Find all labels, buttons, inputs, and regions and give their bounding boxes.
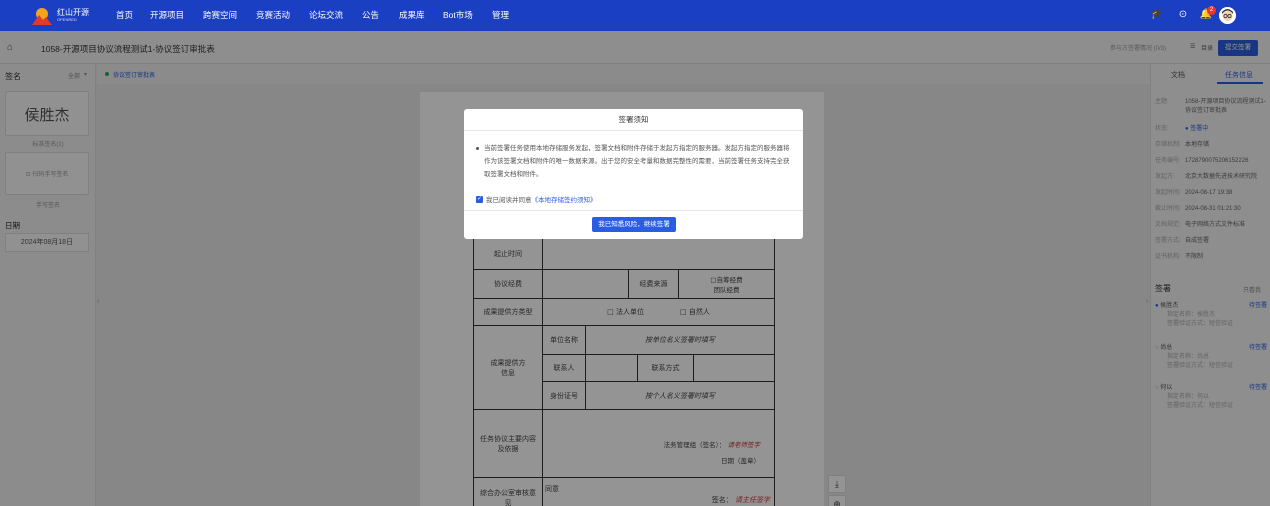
nav-projects[interactable]: 开源项目 bbox=[150, 9, 184, 21]
graduation-cap-icon[interactable]: 🎓 bbox=[1149, 7, 1165, 23]
notification-badge: 2 bbox=[1207, 6, 1216, 15]
dialog-title: 签署须知 bbox=[464, 109, 803, 131]
bullet-icon bbox=[476, 147, 479, 150]
dialog-divider bbox=[464, 210, 803, 211]
agree-checkbox[interactable]: ✓ bbox=[476, 195, 483, 203]
modal-overlay[interactable] bbox=[0, 31, 1270, 506]
dialog-body: 当前签署任务使用本地存储服务发起，签署文档和附件存储于发起方指定的服务器。发起方… bbox=[476, 142, 794, 181]
nav-competitions[interactable]: 竞赛活动 bbox=[256, 9, 290, 21]
nav-achievements[interactable]: 成果库 bbox=[399, 9, 425, 21]
top-nav: 红山开源 OPENRED 首页 开源项目 跨赛空间 竞赛活动 论坛交流 公告 成… bbox=[0, 0, 1270, 31]
avatar[interactable] bbox=[1219, 7, 1236, 24]
help-icon[interactable]: ⊙ bbox=[1175, 7, 1191, 23]
nav-announcements[interactable]: 公告 bbox=[362, 9, 379, 21]
logo[interactable]: 红山开源 OPENRED bbox=[30, 4, 96, 27]
sign-notice-dialog: 签署须知 当前签署任务使用本地存储服务发起，签署文档和附件存储于发起方指定的服务… bbox=[464, 109, 803, 239]
logo-subtitle: OPENRED bbox=[57, 16, 77, 22]
logo-mark-icon bbox=[30, 6, 54, 26]
nav-forum[interactable]: 论坛交流 bbox=[309, 9, 343, 21]
agree-label: 我已阅读并同意 bbox=[486, 197, 532, 204]
nav-bot-market[interactable]: Bot市场 bbox=[443, 9, 473, 21]
nav-home[interactable]: 首页 bbox=[116, 9, 133, 21]
continue-sign-button[interactable]: 我已知悉风险，继续签署 bbox=[592, 217, 676, 232]
nav-admin[interactable]: 管理 bbox=[492, 9, 509, 21]
agree-row[interactable]: ✓ 我已阅读并同意 《本地存储签约须知》 bbox=[476, 194, 597, 204]
nav-space[interactable]: 跨赛空间 bbox=[203, 9, 237, 21]
notice-link[interactable]: 《本地存储签约须知》 bbox=[532, 194, 597, 204]
dialog-message: 当前签署任务使用本地存储服务发起，签署文档和附件存储于发起方指定的服务器。发起方… bbox=[484, 145, 790, 178]
